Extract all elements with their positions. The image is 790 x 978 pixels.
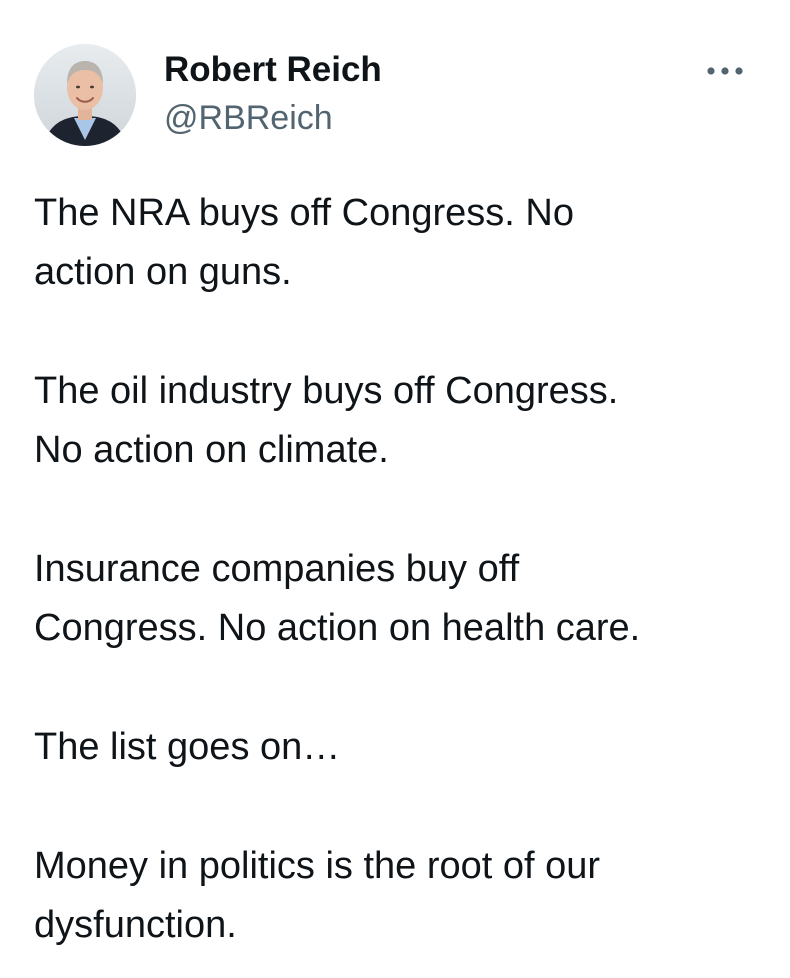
tweet-paragraph: Money in politics is the root of our dys… xyxy=(34,845,601,946)
tweet-paragraph: Insurance companies buy off Congress. No… xyxy=(34,548,641,649)
author-info: Robert Reich @RBReich xyxy=(164,48,382,140)
tweet-paragraph: The oil industry buys off Congress. No a… xyxy=(34,370,619,471)
more-horizontal-icon xyxy=(707,67,743,75)
user-handle[interactable]: @RBReich xyxy=(164,96,382,140)
tweet-paragraph: The NRA buys off Congress. No action on … xyxy=(34,192,574,293)
more-options-button[interactable] xyxy=(700,54,750,88)
avatar[interactable] xyxy=(34,44,136,146)
tweet-paragraph: The list goes on… xyxy=(34,726,341,768)
display-name[interactable]: Robert Reich xyxy=(164,48,382,92)
tweet-card: Robert Reich @RBReich The NRA buys off C… xyxy=(0,0,790,978)
profile-photo-icon xyxy=(34,44,136,146)
tweet-text: The NRA buys off Congress. No action on … xyxy=(34,184,764,955)
